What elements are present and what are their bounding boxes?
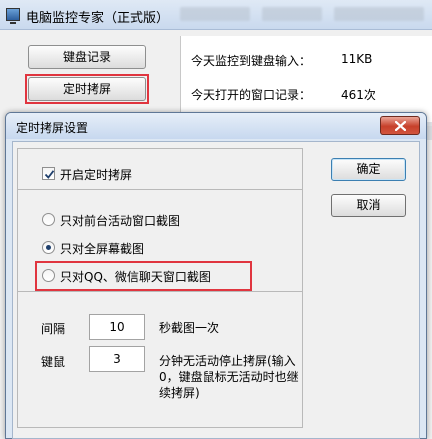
- blurred-area: [180, 7, 250, 21]
- main-title-bar: 电脑监控专家（正式版）: [0, 0, 432, 30]
- main-window-title: 电脑监控专家（正式版）: [26, 11, 170, 26]
- idle-minutes-input[interactable]: [89, 346, 145, 372]
- highlight-box-timed-capture: [25, 74, 149, 104]
- close-icon: [395, 121, 406, 131]
- stat-label: 今天打开的窗口记录：: [191, 88, 312, 102]
- stat-row-keyboard: 今天监控到键盘输入： 11KB: [191, 52, 431, 68]
- radio-label: 只对前台活动窗口截图: [60, 214, 181, 228]
- interval-input[interactable]: [89, 314, 145, 340]
- dialog-client-area: 开启定时拷屏 只对前台活动窗口截图 只对全屏幕截图 只对QQ、微信聊天窗口截图 …: [12, 141, 420, 439]
- dialog-title-bar[interactable]: 定时拷屏设置: [6, 113, 426, 139]
- checkbox-label: 开启定时拷屏: [60, 168, 133, 182]
- stat-value: 461次: [341, 88, 376, 102]
- check-icon: [44, 170, 55, 179]
- idle-description: 分钟无活动停止拷屏(输入0，键盘鼠标无活动时也继续拷屏): [159, 354, 299, 400]
- divider: [18, 189, 302, 190]
- timed-capture-settings-dialog: 定时拷屏设置 开启定时拷屏 只对前台活动窗口截图 只对全屏幕截图 只对QQ、微信…: [5, 112, 427, 439]
- radio-button[interactable]: [42, 213, 55, 226]
- stat-row-windows: 今天打开的窗口记录： 461次: [191, 86, 431, 102]
- highlight-box-chat-window: [35, 261, 252, 291]
- divider: [18, 291, 302, 292]
- stat-value: 11KB: [341, 52, 373, 66]
- idle-label: 键鼠: [41, 355, 66, 369]
- ok-button[interactable]: 确定: [331, 158, 406, 181]
- settings-group: 开启定时拷屏 只对前台活动窗口截图 只对全屏幕截图 只对QQ、微信聊天窗口截图 …: [17, 148, 303, 428]
- stat-label: 今天监控到键盘输入：: [191, 54, 312, 68]
- checkbox-box[interactable]: [42, 167, 55, 180]
- keyboard-log-button[interactable]: 键盘记录: [28, 45, 146, 69]
- blurred-area: [262, 7, 322, 21]
- monitor-app-icon: [6, 8, 20, 24]
- blurred-area: [334, 7, 424, 21]
- dialog-title: 定时拷屏设置: [16, 121, 89, 135]
- radio-label: 只对全屏幕截图: [60, 242, 145, 256]
- interval-unit: 秒截图一次: [159, 321, 220, 335]
- radio-button-selected[interactable]: [42, 241, 55, 254]
- interval-label: 间隔: [41, 322, 66, 336]
- dialog-close-button[interactable]: [380, 116, 420, 135]
- cancel-button[interactable]: 取消: [331, 194, 406, 217]
